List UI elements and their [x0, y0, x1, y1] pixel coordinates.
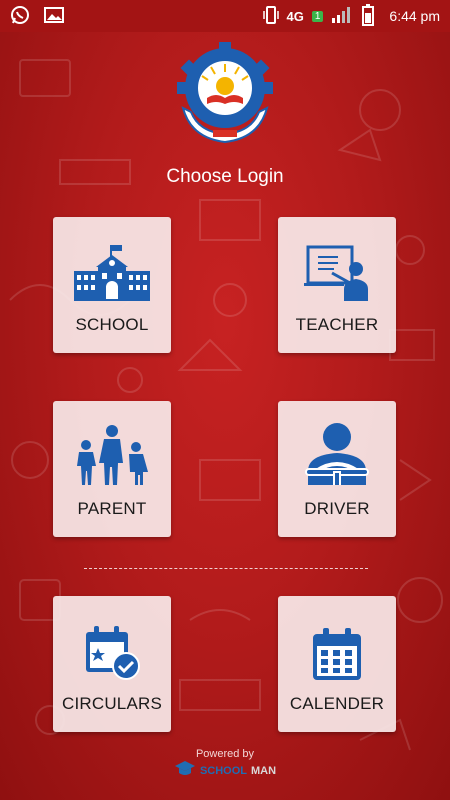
driver-login-tile[interactable]: DRIVER [278, 401, 396, 537]
status-bar: 4G 1 6:44 pm [0, 0, 450, 32]
school-building-icon [74, 243, 150, 301]
parent-login-tile[interactable]: PARENT [53, 401, 171, 537]
tile-label-parent: PARENT [77, 499, 147, 518]
brand-logo: SCHOOL MAN [0, 760, 450, 781]
circulars-tile[interactable]: CIRCULARS [53, 596, 171, 732]
brand-name-part1: SCHOOL [199, 764, 247, 777]
section-divider [84, 568, 368, 569]
teacher-board-icon [304, 243, 370, 301]
school-login-tile[interactable]: SCHOOL [53, 217, 171, 353]
clock: 6:44 pm [389, 8, 440, 24]
teacher-login-tile[interactable]: TEACHER [278, 217, 396, 353]
calendar-check-icon [84, 622, 140, 680]
calendar-tile[interactable]: CALENDER [278, 596, 396, 732]
gallery-icon [44, 6, 64, 27]
calendar-grid-icon [313, 622, 361, 680]
brand-cap-icon [174, 760, 196, 781]
powered-by-text: Powered by [195, 748, 255, 760]
whatsapp-icon [10, 5, 30, 28]
sim-badge: 1 [311, 10, 324, 22]
battery-icon [361, 3, 375, 29]
family-icon [74, 425, 150, 485]
tile-label-calender: CALENDER [289, 694, 385, 713]
driver-wheel-icon [302, 423, 372, 485]
brand-name-part2: MAN [251, 764, 277, 777]
tile-label-teacher: TEACHER [295, 315, 379, 334]
tile-label-school: SCHOOL [75, 315, 149, 334]
tile-label-circulars: CIRCULARS [61, 694, 163, 713]
page-title: Choose Login [166, 166, 284, 187]
vibrate-icon [262, 5, 279, 28]
school-logo [0, 42, 450, 148]
signal-icon [331, 6, 353, 27]
tile-label-driver: DRIVER [304, 499, 370, 518]
network-type: 4G [286, 8, 304, 24]
